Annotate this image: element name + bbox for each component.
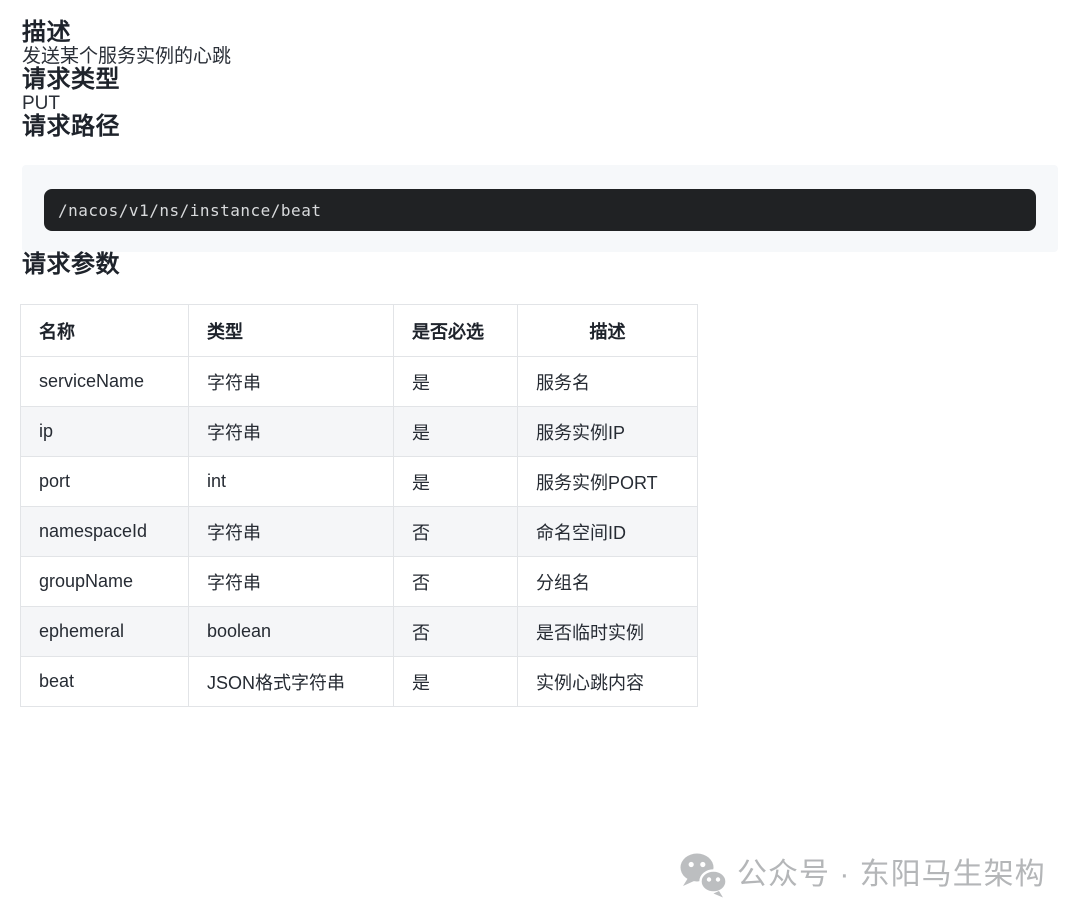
description-text: 发送某个服务实例的心跳 <box>22 46 232 67</box>
table-header-row: 名称 类型 是否必选 描述 <box>20 304 698 357</box>
param-required: 是 <box>393 356 518 407</box>
params-table: 名称 类型 是否必选 描述 serviceName 字符串 是 服务名 ip 字… <box>20 304 698 707</box>
param-name: ip <box>20 406 189 457</box>
table-row: namespaceId 字符串 否 命名空间ID <box>20 506 698 557</box>
param-required: 否 <box>393 556 518 607</box>
param-name: namespaceId <box>20 506 189 557</box>
request-type-value: PUT <box>22 93 60 114</box>
param-type: int <box>188 456 394 507</box>
param-required: 否 <box>393 606 518 657</box>
code-block: /nacos/v1/ns/instance/beat <box>44 189 1036 231</box>
param-required: 是 <box>393 406 518 457</box>
param-required: 是 <box>393 456 518 507</box>
table-row: ephemeral boolean 否 是否临时实例 <box>20 606 698 657</box>
param-required: 是 <box>393 656 518 707</box>
column-header-description: 描述 <box>517 304 698 357</box>
param-type: 字符串 <box>188 356 394 407</box>
param-description: 分组名 <box>517 556 698 607</box>
param-type: 字符串 <box>188 556 394 607</box>
watermark: 公众号 · 东阳马生架构 <box>678 850 1046 900</box>
table-row: groupName 字符串 否 分组名 <box>20 556 698 607</box>
param-description: 服务实例IP <box>517 406 698 457</box>
api-doc-page: 描述 发送某个服务实例的心跳 请求类型 PUT 请求路径 /nacos/v1/n… <box>0 0 1080 707</box>
section-description: 描述 发送某个服务实例的心跳 <box>22 19 1058 68</box>
request-params-heading: 请求参数 <box>22 251 120 278</box>
param-description: 服务实例PORT <box>517 456 698 507</box>
column-header-required: 是否必选 <box>393 304 518 357</box>
table-row: port int 是 服务实例PORT <box>20 456 698 507</box>
param-type: 字符串 <box>188 406 394 457</box>
description-heading: 描述 <box>22 19 71 46</box>
param-description: 实例心跳内容 <box>517 656 698 707</box>
param-description: 命名空间ID <box>517 506 698 557</box>
table-row: ip 字符串 是 服务实例IP <box>20 406 698 457</box>
request-path-code: /nacos/v1/ns/instance/beat <box>58 200 322 220</box>
table-row: serviceName 字符串 是 服务名 <box>20 356 698 407</box>
param-name: groupName <box>20 556 189 607</box>
table-row: beat JSON格式字符串 是 实例心跳内容 <box>20 656 698 707</box>
wechat-icon <box>678 850 728 900</box>
code-panel: /nacos/v1/ns/instance/beat <box>22 165 1058 252</box>
column-header-name: 名称 <box>20 304 189 357</box>
param-type: boolean <box>188 606 394 657</box>
section-request-params: 请求参数 名称 类型 是否必选 描述 serviceName 字符串 是 服务名 <box>20 251 1058 707</box>
request-type-heading: 请求类型 <box>22 66 120 93</box>
param-required: 否 <box>393 506 518 557</box>
param-description: 服务名 <box>517 356 698 407</box>
param-type: JSON格式字符串 <box>188 656 394 707</box>
param-name: serviceName <box>20 356 189 407</box>
request-path-heading: 请求路径 <box>22 113 120 140</box>
param-description: 是否临时实例 <box>517 606 698 657</box>
section-request-path: 请求路径 /nacos/v1/ns/instance/beat <box>22 114 1058 252</box>
param-type: 字符串 <box>188 506 394 557</box>
param-name: beat <box>20 656 189 707</box>
param-name: ephemeral <box>20 606 189 657</box>
column-header-type: 类型 <box>188 304 394 357</box>
param-name: port <box>20 456 189 507</box>
watermark-text: 公众号 · 东阳马生架构 <box>737 858 1046 891</box>
section-request-type: 请求类型 PUT <box>22 66 1058 115</box>
